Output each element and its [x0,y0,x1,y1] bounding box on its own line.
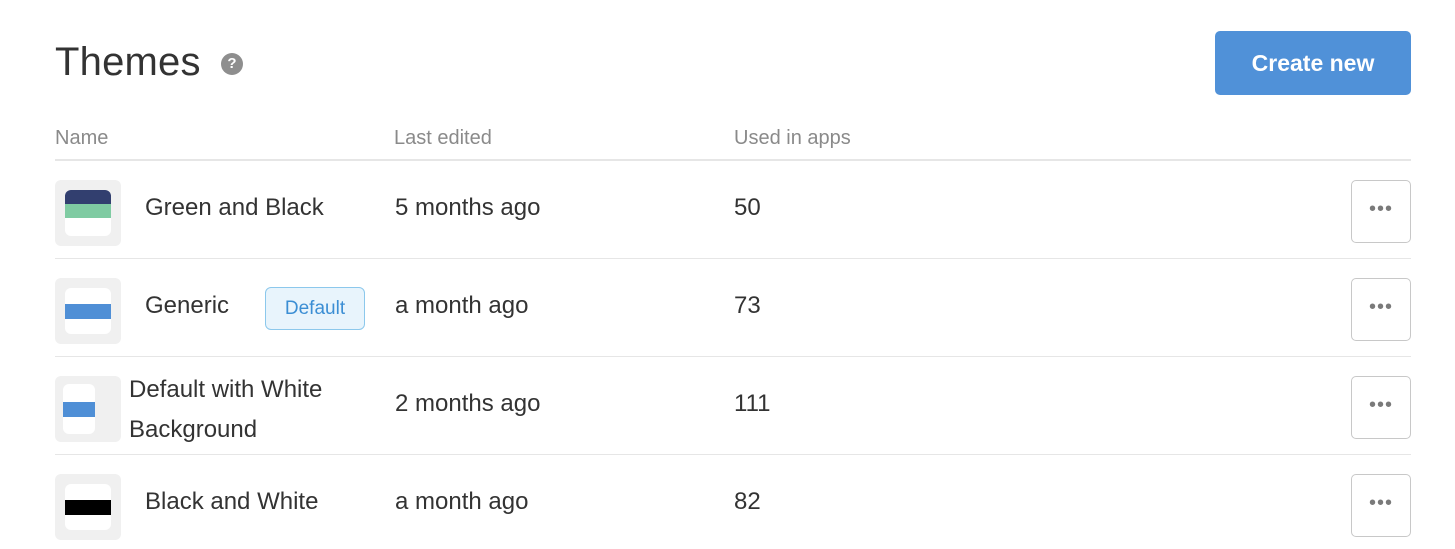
used-in-apps: 82 [734,488,761,515]
help-circle-icon[interactable]: ? [221,53,243,75]
create-new-button[interactable]: Create new [1215,31,1411,95]
theme-thumbnail [55,278,121,344]
theme-name[interactable]: Black and White [145,488,318,516]
table-row[interactable]: Default with White Background 2 months a… [55,357,1411,455]
column-header-used-in-apps: Used in apps [734,127,851,149]
table-row[interactable]: Green and Black 5 months ago 50 ••• [55,161,1411,259]
thumbnail-primary-bar [65,304,111,319]
column-header-last-edited: Last edited [394,127,492,149]
used-in-apps: 50 [734,194,761,221]
more-horizontal-icon: ••• [1368,492,1393,514]
thumbnail-primary-bar [65,190,111,204]
default-badge: Default [265,287,365,330]
column-header-name: Name [55,127,109,149]
last-edited: 2 months ago [395,390,541,417]
thumbnail-primary-bar [65,500,111,515]
thumbnail-primary-bar [63,402,95,417]
last-edited: a month ago [395,488,529,515]
more-horizontal-icon: ••• [1368,394,1393,416]
thumbnail-secondary-bar [65,204,111,218]
theme-thumbnail [55,474,121,540]
page-title: Themes [55,40,201,84]
theme-name[interactable]: Green and Black [145,194,324,222]
table-row[interactable]: Black and White a month ago 82 ••• [55,455,1411,549]
theme-name[interactable]: Generic [145,292,229,320]
theme-thumbnail [55,180,121,246]
more-options-button[interactable]: ••• [1351,474,1411,537]
more-horizontal-icon: ••• [1368,296,1393,318]
used-in-apps: 111 [734,390,771,417]
last-edited: 5 months ago [395,194,541,221]
table-row[interactable]: Generic Default a month ago 73 ••• [55,259,1411,357]
theme-thumbnail [55,376,121,442]
used-in-apps: 73 [734,292,761,319]
more-options-button[interactable]: ••• [1351,278,1411,341]
page-header: Themes ? Create new [55,30,1411,96]
more-options-button[interactable]: ••• [1351,180,1411,243]
theme-name[interactable]: Default with White Background [129,370,389,450]
more-horizontal-icon: ••• [1368,198,1393,220]
more-options-button[interactable]: ••• [1351,376,1411,439]
last-edited: a month ago [395,292,529,319]
